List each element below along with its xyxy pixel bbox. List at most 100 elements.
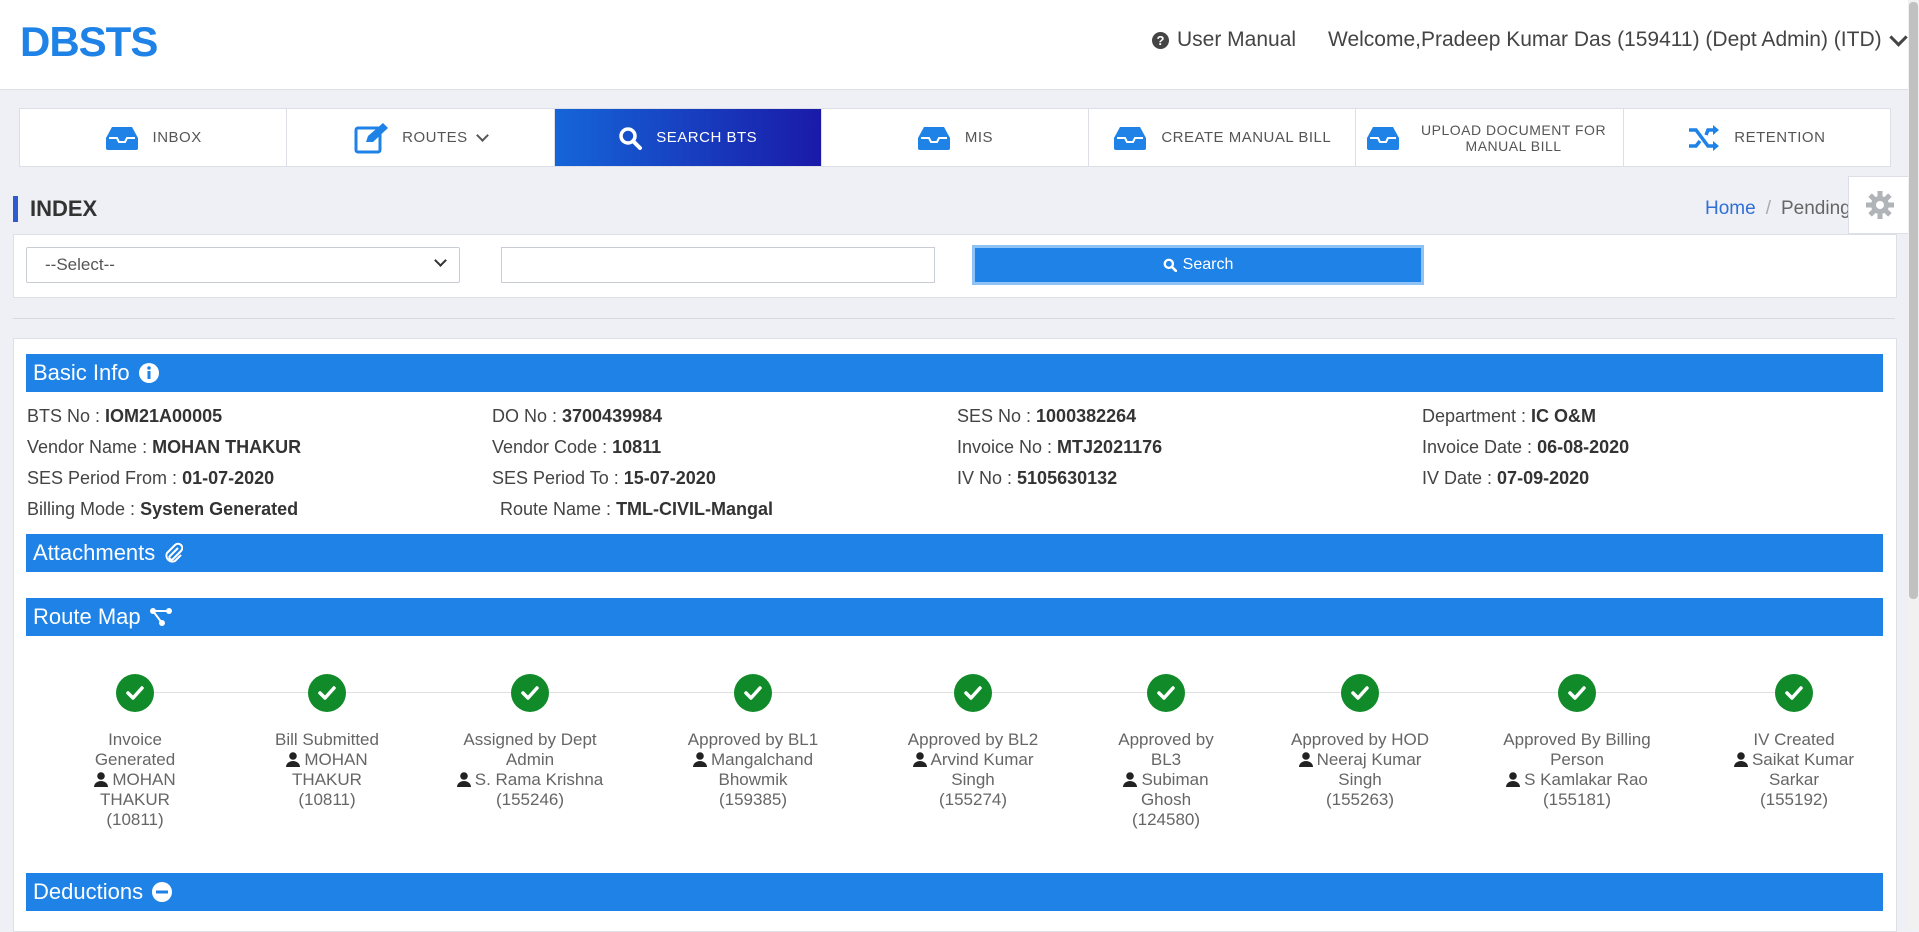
chevron-down-icon (475, 128, 489, 142)
route-map-header[interactable]: Route Map (26, 598, 1883, 636)
user-icon (1298, 752, 1313, 767)
route-step-person: S. Rama Krishna (455, 770, 605, 790)
check-circle-icon (511, 674, 549, 712)
nav-inbox-label: INBOX (152, 129, 202, 146)
route-step: IV Created Saikat Kumar Sarkar (155192) (1719, 655, 1869, 810)
route-step-status: Bill Submitted (275, 730, 379, 749)
minus-circle-icon (152, 882, 173, 902)
nav-retention[interactable]: RETENTION (1624, 109, 1890, 166)
route-step-person-name: Subiman Ghosh (1140, 770, 1209, 809)
breadcrumb-current: Pending (1780, 198, 1851, 219)
search-type-value: --Select-- (45, 255, 115, 274)
route-step-person-id: (155246) (495, 790, 565, 809)
route-step: Assigned by Dept Admin S. Rama Krishna (15… (455, 655, 605, 810)
edit-icon (354, 122, 389, 153)
welcome-text: Welcome,Pradeep Kumar Das (159411) (Dept… (1328, 28, 1882, 51)
route-step-person: Subiman Ghosh (1106, 770, 1226, 810)
user-icon (286, 752, 301, 767)
route-map: Invoice Generated MOHAN THAKUR (10811) Bill… (26, 655, 1883, 835)
deductions-title: Deductions (33, 879, 144, 904)
route-step: Approved by HOD Neeraj Kumar Singh (155263… (1285, 655, 1435, 810)
nav-routes-label: ROUTES (402, 129, 468, 146)
info-vendor-code: Vendor Code : 10811 (492, 437, 662, 457)
nav-search-bts[interactable]: SEARCH BTS (554, 109, 822, 166)
check-circle-icon (1341, 674, 1379, 712)
page-title: INDEX (13, 196, 97, 222)
paperclip-icon (165, 542, 184, 563)
info-ses-period-to: SES Period To : 15-07-2020 (492, 468, 716, 488)
route-step: Approved by BL1 Mangalchand Bhowmik (15938… (678, 655, 828, 810)
search-panel: --Select-- Search (13, 234, 1897, 298)
deductions-header[interactable]: Deductions (26, 873, 1883, 911)
nav-inbox[interactable]: INBOX (20, 109, 288, 166)
route-step-person-id: (10811) (106, 810, 164, 829)
route-step-status: Approved by HOD (1291, 730, 1429, 749)
nav-create-manual-bill[interactable]: CREATE MANUAL BILL (1089, 109, 1357, 166)
nav-routes[interactable]: ROUTES (287, 109, 555, 166)
info-ses-period-from: SES Period From : 01-07-2020 (27, 468, 275, 488)
info-row: Billing Mode : System Generated Route Na… (27, 494, 1887, 525)
search-input[interactable] (501, 247, 935, 283)
route-step-person-name: MOHAN THAKUR (100, 770, 176, 809)
route-step-person: MOHAN THAKUR (272, 750, 382, 790)
info-iv-no: IV No : 5105630132 (957, 468, 1118, 488)
check-circle-icon (116, 674, 154, 712)
nav-retention-label: RETENTION (1734, 129, 1826, 146)
breadcrumb-separator: / (1765, 198, 1771, 219)
user-icon (456, 772, 471, 787)
search-button[interactable]: Search (972, 245, 1424, 285)
route-step-person-id: (124580) (1131, 810, 1201, 829)
route-step-status: Approved by BL1 (687, 730, 819, 749)
route-step-status: Assigned by Dept Admin (463, 730, 597, 769)
user-icon (912, 752, 927, 767)
bts-details-panel: Basic Info BTS No : IOM21A00005 DO No : … (13, 338, 1897, 932)
search-type-select[interactable]: --Select-- (26, 247, 460, 283)
info-vendor-name: Vendor Name : MOHAN THAKUR (27, 437, 302, 457)
route-step-status: Approved by BL3 (1118, 730, 1214, 769)
scrollbar-thumb[interactable] (1909, 2, 1918, 599)
check-circle-icon (954, 674, 992, 712)
nav-mis-label: MIS (964, 129, 994, 146)
user-icon (94, 772, 109, 787)
check-circle-icon (1775, 674, 1813, 712)
inbox-icon (105, 126, 138, 150)
search-button-label: Search (1182, 256, 1234, 273)
info-row: Vendor Name : MOHAN THAKUR Vendor Code :… (27, 432, 1887, 463)
basic-info-header[interactable]: Basic Info (26, 354, 1883, 392)
info-do-no: DO No : 3700439984 (492, 406, 663, 426)
check-circle-icon (1147, 674, 1185, 712)
info-circle-icon (138, 363, 159, 383)
route-step-person-name: Saikat Kumar Sarkar (1751, 750, 1855, 789)
shuffle-icon (1689, 124, 1720, 151)
route-step-person-id: (10811) (298, 790, 356, 809)
app-logo[interactable]: DBSTS (20, 18, 158, 66)
breadcrumb-home[interactable]: Home (1705, 198, 1756, 219)
question-circle-icon: ? (1152, 31, 1169, 49)
top-bar: DBSTS ? User Manual Welcome,Pradeep Kuma… (0, 0, 1919, 90)
user-menu[interactable]: Welcome,Pradeep Kumar Das (159411) (Dept… (1328, 27, 1908, 52)
nav-mis[interactable]: MIS (822, 109, 1090, 166)
info-department: Department : IC O&M (1422, 406, 1597, 426)
info-route-name: Route Name : TML-CIVIL-Mangal (500, 499, 774, 519)
route-step-person: Mangalchand Bhowmik (678, 750, 828, 790)
attachments-header[interactable]: Attachments (26, 534, 1883, 572)
route-step-person: MOHAN THAKUR (90, 770, 180, 810)
route-step-person-name: MOHAN THAKUR (292, 750, 368, 789)
search-icon (619, 126, 643, 150)
route-step: Approved by BL3 Subiman Ghosh (124580) (1106, 655, 1226, 830)
route-step-person: S Kamlakar Rao (1502, 770, 1652, 790)
info-billing-mode: Billing Mode : System Generated (27, 499, 299, 519)
user-manual-link[interactable]: ? User Manual (1152, 28, 1296, 52)
info-invoice-date: Invoice Date : 06-08-2020 (1422, 437, 1630, 457)
check-circle-icon (734, 674, 772, 712)
settings-button[interactable] (1848, 176, 1912, 234)
user-icon (1506, 772, 1521, 787)
route-step-person-id: (155263) (1325, 790, 1395, 809)
gear-icon (1866, 191, 1894, 219)
nav-upload-document[interactable]: UPLOAD DOCUMENT FOR MANUAL BILL (1356, 109, 1624, 166)
main-nav: INBOX ROUTES SEARCH BTS MIS CREATE MANUA… (19, 108, 1891, 167)
search-icon (1163, 258, 1177, 272)
route-step-person-name: Neeraj Kumar Singh (1316, 750, 1422, 789)
user-icon (1123, 772, 1138, 787)
chevron-down-icon (1888, 27, 1908, 47)
